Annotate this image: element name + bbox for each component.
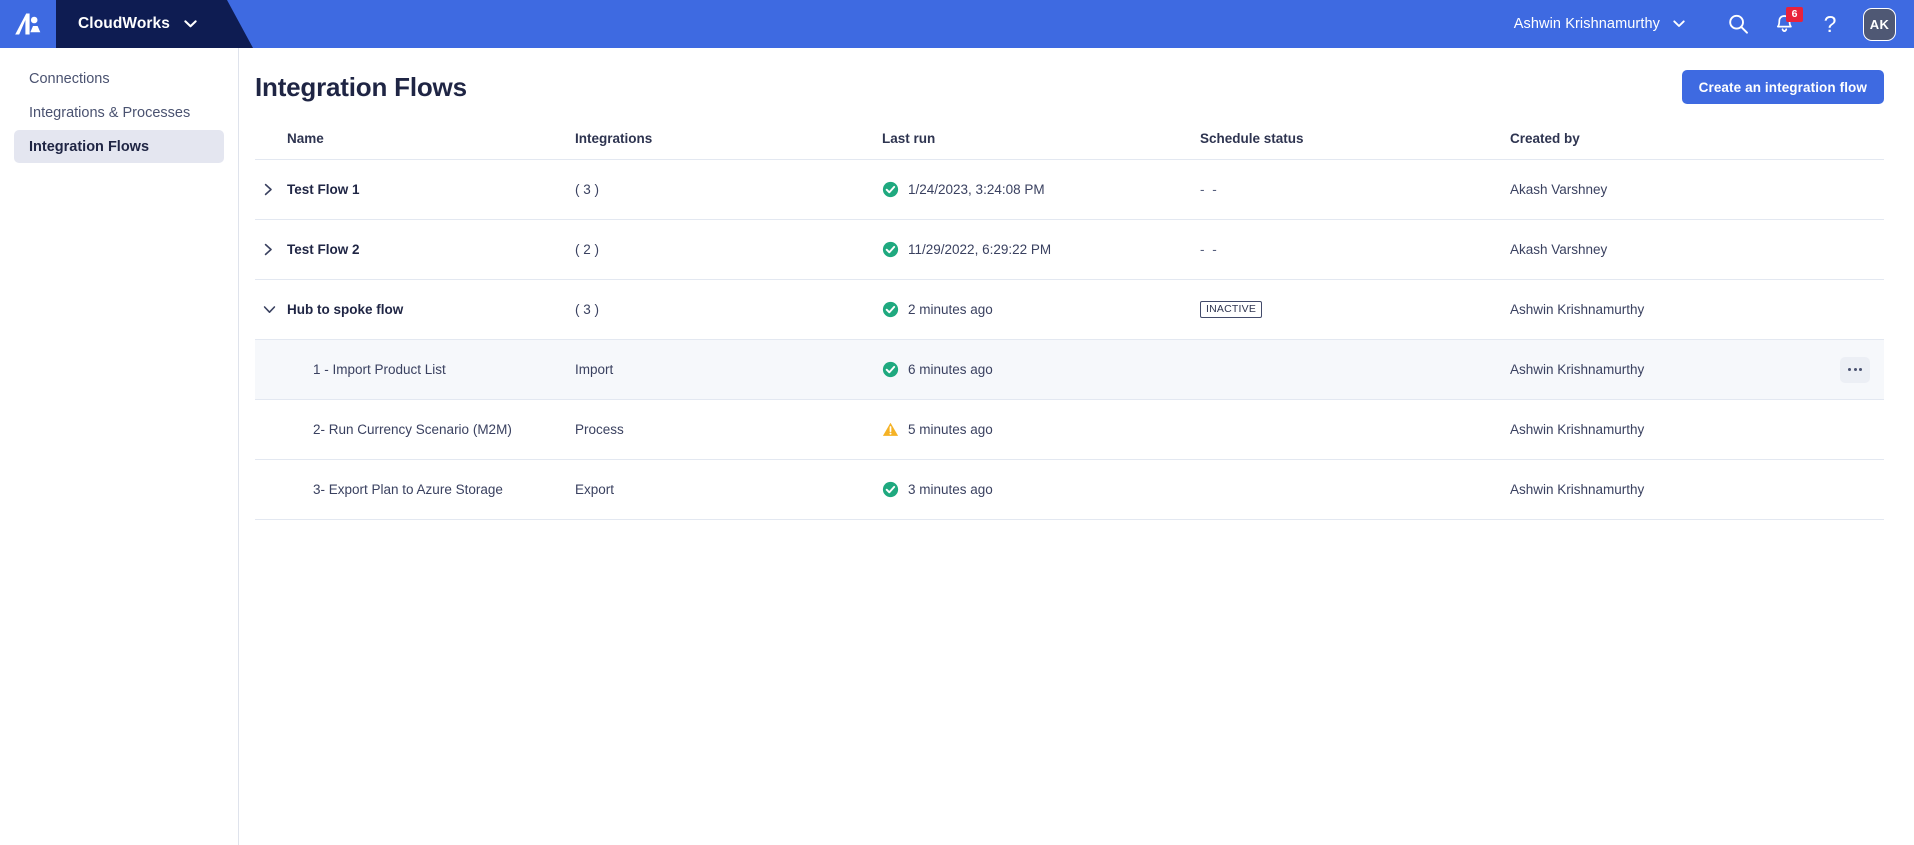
- step-name: 1 - Import Product List: [313, 362, 446, 377]
- cell-integrations: Export: [575, 482, 615, 497]
- cell-created-by: Ashwin Krishnamurthy: [1510, 362, 1645, 377]
- flow-name: Hub to spoke flow: [287, 302, 404, 317]
- search-icon: [1729, 14, 1748, 34]
- column-header-created-by: Created by: [1510, 131, 1580, 146]
- schedule-status-empty: - -: [1200, 182, 1219, 197]
- table-row[interactable]: 2- Run Currency Scenario (M2M) Process 5…: [255, 400, 1884, 460]
- cell-created-by: Ashwin Krishnamurthy: [1510, 482, 1645, 497]
- column-header-integrations: Integrations: [575, 131, 653, 146]
- cell-name: Test Flow 1: [255, 182, 575, 197]
- table-row[interactable]: Test Flow 1 ( 3 ) 1/24/2023, 3:24:08 PM …: [255, 160, 1884, 220]
- chevron-down-icon[interactable]: [263, 304, 285, 315]
- cell-last-run: 3 minutes ago: [882, 481, 1200, 498]
- sidebar-item-integration-flows[interactable]: Integration Flows: [14, 130, 224, 163]
- user-menu-chevron-down-icon[interactable]: [1673, 20, 1685, 28]
- integration-flows-table: Name Integrations Last run Schedule stat…: [239, 118, 1884, 520]
- column-header-name: Name: [287, 131, 324, 146]
- cell-last-run: 2 minutes ago: [882, 301, 1200, 318]
- anaplan-logo-icon: [15, 13, 41, 35]
- sidebar-navigation: Connections Integrations & Processes Int…: [0, 48, 239, 845]
- last-run-text: 5 minutes ago: [908, 422, 993, 437]
- cell-created-by: Akash Varshney: [1510, 242, 1608, 257]
- cell-name: 1 - Import Product List: [255, 362, 575, 377]
- last-run-text: 11/29/2022, 6:29:22 PM: [908, 242, 1052, 257]
- cell-last-run: 5 minutes ago: [882, 421, 1200, 438]
- cell-name: 2- Run Currency Scenario (M2M): [255, 422, 575, 437]
- page-header: Integration Flows Create an integration …: [239, 48, 1884, 118]
- last-run-text: 6 minutes ago: [908, 362, 993, 377]
- cell-created-by: Akash Varshney: [1510, 182, 1608, 197]
- cell-integrations: ( 3 ): [575, 302, 600, 317]
- table-header-row: Name Integrations Last run Schedule stat…: [255, 118, 1884, 160]
- last-run-text: 1/24/2023, 3:24:08 PM: [908, 182, 1045, 197]
- cell-last-run: 6 minutes ago: [882, 361, 1200, 378]
- cell-name: Hub to spoke flow: [255, 302, 575, 317]
- column-header-schedule-status: Schedule status: [1200, 131, 1304, 146]
- success-check-icon: [882, 241, 899, 258]
- last-run-text: 3 minutes ago: [908, 482, 993, 497]
- chevron-right-icon[interactable]: [263, 243, 285, 256]
- current-user-name: Ashwin Krishnamurthy: [1513, 16, 1660, 32]
- question-mark-icon: ?: [1823, 10, 1837, 37]
- last-run-text: 2 minutes ago: [908, 302, 993, 317]
- app-shell: Connections Integrations & Processes Int…: [0, 48, 1914, 845]
- topbar-actions: Ashwin Krishnamurthy 6 ? AK: [1514, 0, 1914, 48]
- sidebar-item-label: Connections: [29, 70, 110, 87]
- success-check-icon: [882, 481, 899, 498]
- cell-schedule-status: - -: [1200, 182, 1510, 197]
- notifications-button[interactable]: 6: [1761, 0, 1807, 48]
- workspace-selector[interactable]: CloudWorks: [56, 0, 253, 48]
- cell-integrations: Import: [575, 362, 614, 377]
- success-check-icon: [882, 361, 899, 378]
- step-name: 3- Export Plan to Azure Storage: [313, 482, 503, 497]
- page-title: Integration Flows: [255, 71, 467, 102]
- warning-triangle-icon: [882, 421, 899, 438]
- notification-count-badge: 6: [1786, 7, 1803, 22]
- table-row[interactable]: Test Flow 2 ( 2 ) 11/29/2022, 6:29:22 PM…: [255, 220, 1884, 280]
- sidebar-item-connections[interactable]: Connections: [14, 62, 224, 95]
- sidebar-item-integrations-processes[interactable]: Integrations & Processes: [14, 96, 224, 129]
- table-row[interactable]: 3- Export Plan to Azure Storage Export 3…: [255, 460, 1884, 520]
- app-logo[interactable]: [0, 0, 56, 48]
- chevron-right-icon[interactable]: [263, 183, 285, 196]
- cell-integrations: ( 2 ): [575, 242, 600, 257]
- table-row[interactable]: 1 - Import Product List Import 6 minutes…: [255, 340, 1884, 400]
- cell-integrations: ( 3 ): [575, 182, 600, 197]
- help-button[interactable]: ?: [1807, 0, 1853, 48]
- schedule-status-empty: - -: [1200, 242, 1219, 257]
- cell-last-run: 11/29/2022, 6:29:22 PM: [882, 241, 1200, 258]
- table-row[interactable]: Hub to spoke flow ( 3 ) 2 minutes ago IN…: [255, 280, 1884, 340]
- success-check-icon: [882, 181, 899, 198]
- cell-name: 3- Export Plan to Azure Storage: [255, 482, 575, 497]
- sidebar-item-label: Integration Flows: [29, 138, 150, 155]
- flow-name: Test Flow 1: [287, 182, 360, 197]
- cell-last-run: 1/24/2023, 3:24:08 PM: [882, 181, 1200, 198]
- cell-name: Test Flow 2: [255, 242, 575, 257]
- cell-created-by: Ashwin Krishnamurthy: [1510, 422, 1645, 437]
- cell-integrations: Process: [575, 422, 624, 437]
- chevron-down-icon: [184, 20, 197, 28]
- column-header-last-run: Last run: [882, 131, 936, 146]
- cell-actions: [1840, 356, 1870, 383]
- avatar[interactable]: AK: [1863, 7, 1896, 41]
- status-badge: INACTIVE: [1200, 301, 1263, 318]
- main-content: Integration Flows Create an integration …: [239, 48, 1914, 845]
- step-name: 2- Run Currency Scenario (M2M): [313, 422, 512, 437]
- success-check-icon: [882, 301, 899, 318]
- cell-schedule-status: - -: [1200, 242, 1510, 257]
- sidebar-item-label: Integrations & Processes: [29, 104, 191, 121]
- flow-name: Test Flow 2: [287, 242, 360, 257]
- cell-schedule-status: INACTIVE: [1200, 301, 1510, 318]
- ellipsis-horizontal-icon[interactable]: [1840, 356, 1870, 383]
- workspace-name: CloudWorks: [78, 15, 170, 32]
- create-integration-flow-button[interactable]: Create an integration flow: [1681, 70, 1884, 104]
- cell-created-by: Ashwin Krishnamurthy: [1510, 302, 1645, 317]
- top-navigation-bar: CloudWorks Ashwin Krishnamurthy 6 ? AK: [0, 0, 1914, 48]
- search-button[interactable]: [1715, 0, 1761, 48]
